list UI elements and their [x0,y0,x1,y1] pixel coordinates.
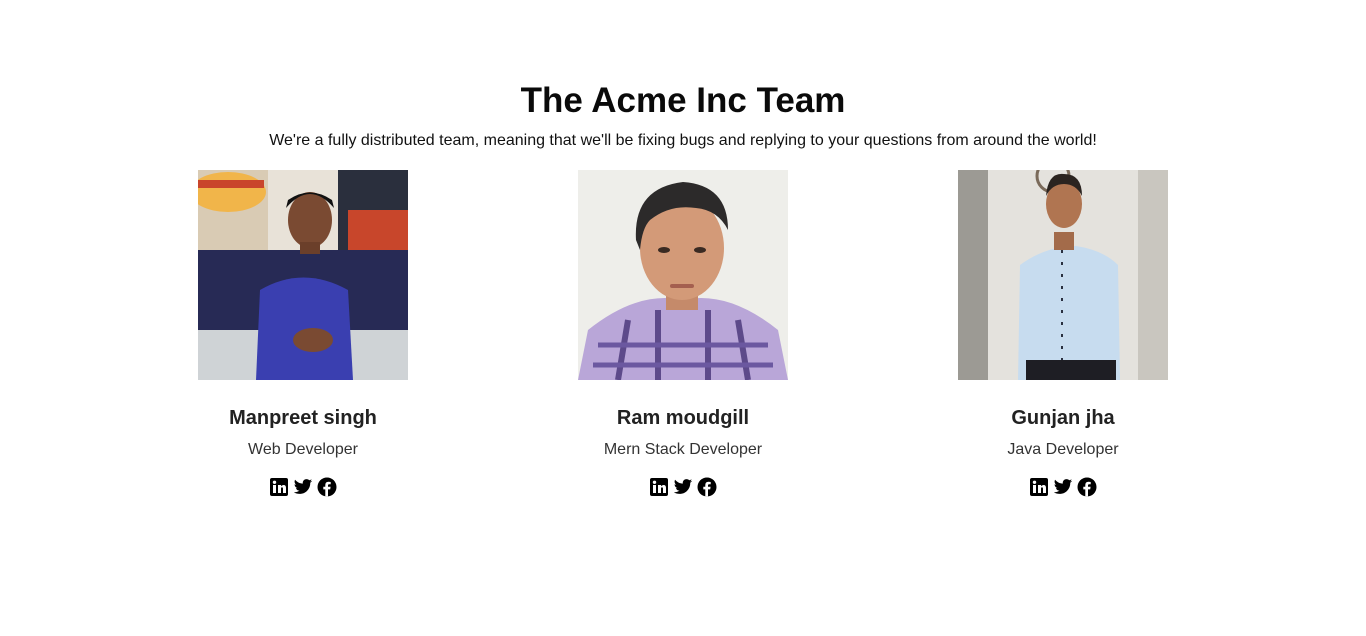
team-member-card: Gunjan jha Java Developer [913,170,1213,497]
member-name: Manpreet singh [229,407,377,429]
member-role: Web Developer [248,441,358,458]
page-subtitle: We're a fully distributed team, meaning … [269,132,1097,149]
social-links [153,477,453,497]
member-role: Mern Stack Developer [603,441,763,458]
linkedin-icon[interactable] [1029,477,1049,497]
linkedin-icon[interactable] [269,477,289,497]
twitter-icon[interactable] [293,477,313,497]
member-photo [578,170,788,380]
member-name: Gunjan jha [1011,407,1115,429]
page-title: The Acme Inc Team [520,81,846,120]
twitter-icon[interactable] [673,477,693,497]
member-name: Ram moudgill [616,407,750,429]
facebook-icon[interactable] [697,477,717,497]
member-role: Java Developer [1007,441,1119,458]
twitter-icon[interactable] [1053,477,1073,497]
linkedin-icon[interactable] [649,477,669,497]
team-member-card: Ram moudgill Mern Stack Developer [533,170,833,497]
team-member-card: Manpreet singh Web Developer [153,170,453,497]
member-photo [958,170,1168,380]
team-page: The Acme Inc Team We're a fully distribu… [0,0,1366,636]
facebook-icon[interactable] [1077,477,1097,497]
facebook-icon[interactable] [317,477,337,497]
social-links [913,477,1213,497]
social-links [533,477,833,497]
member-photo [198,170,408,380]
